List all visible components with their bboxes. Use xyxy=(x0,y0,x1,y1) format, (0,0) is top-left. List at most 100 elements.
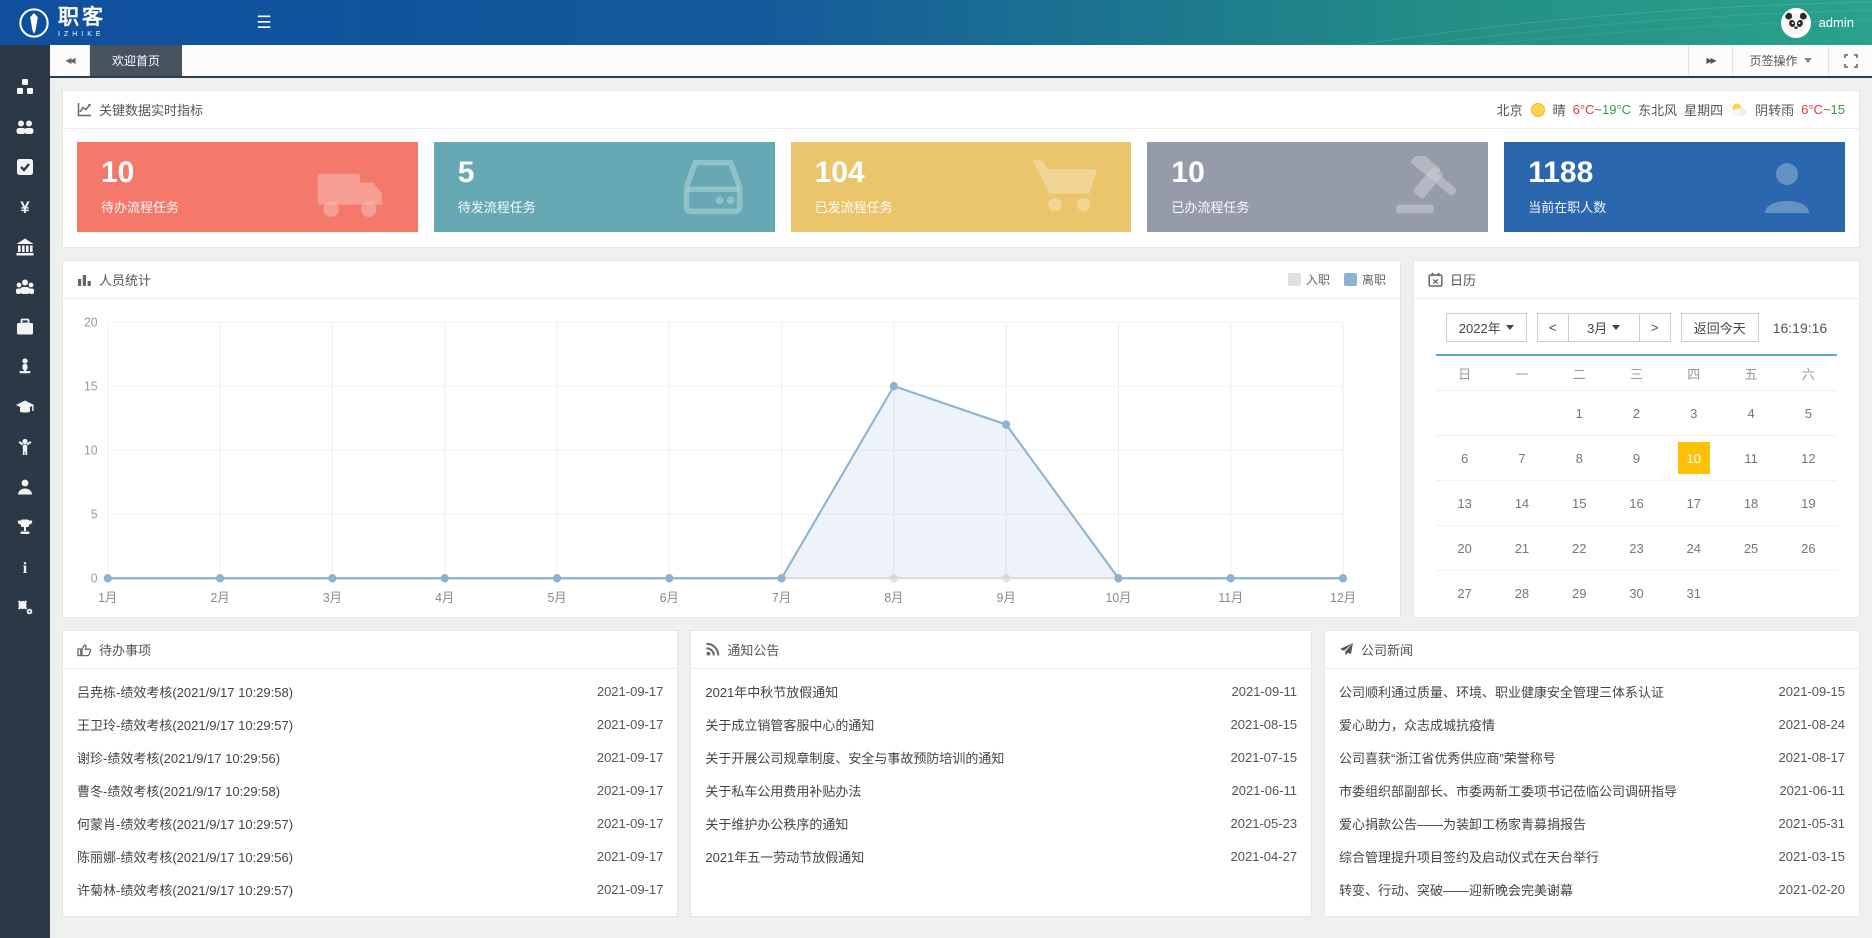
news-item-text[interactable]: 公司顺利通过质量、环境、职业健康安全管理三体系认证 xyxy=(1339,682,1676,701)
calendar-day[interactable]: 15 xyxy=(1551,480,1608,525)
sidebar-item-training[interactable] xyxy=(0,387,50,427)
calendar-day[interactable]: 21 xyxy=(1493,525,1550,570)
news-item-text[interactable]: 市委组织部副部长、市委两新工委项书记莅临公司调研指导 xyxy=(1339,781,1689,800)
calendar-day[interactable] xyxy=(1436,390,1493,435)
calendar-day[interactable]: 23 xyxy=(1608,525,1665,570)
tab-home[interactable]: 欢迎首页 xyxy=(90,45,182,76)
bar-chart-icon xyxy=(77,272,92,287)
legend-item-hired[interactable]: 入职 xyxy=(1288,271,1330,288)
tabs-scroll-left-button[interactable]: ◀◀ xyxy=(50,45,90,76)
todo-item-text[interactable]: 陈丽娜-绩效考核(2021/9/17 10:29:56) xyxy=(77,847,305,866)
todo-item-text[interactable]: 吕尭栋-绩效考核(2021/9/17 10:29:58) xyxy=(77,682,305,701)
notice-item-text[interactable]: 2021年中秋节放假通知 xyxy=(705,682,850,701)
navbar-decoration xyxy=(1172,0,1872,45)
notices-panel: 通知公告 2021年中秋节放假通知 2021-09-11 关于成立销管客服中心的… xyxy=(690,630,1312,917)
calendar-day[interactable]: 5 xyxy=(1780,390,1837,435)
sidebar-item-team[interactable] xyxy=(0,267,50,307)
calendar-day[interactable]: 7 xyxy=(1493,435,1550,480)
calendar-day[interactable]: 4 xyxy=(1722,390,1779,435)
stat-card-headcount[interactable]: 1188 当前在职人数 xyxy=(1504,142,1845,232)
sidebar-item-finance[interactable]: ¥ xyxy=(0,187,50,227)
calendar-day[interactable]: 31 xyxy=(1665,570,1722,615)
day-number: 30 xyxy=(1620,577,1652,609)
stat-card-pending-flows[interactable]: 5 待发流程任务 xyxy=(434,142,775,232)
notice-item-text[interactable]: 2021年五一劳动节放假通知 xyxy=(705,847,876,866)
news-item-text[interactable]: 综合管理提升项目签约及启动仪式在天台举行 xyxy=(1339,847,1611,866)
year-select[interactable]: 2022年 xyxy=(1446,313,1527,342)
month-select[interactable]: 3月 xyxy=(1568,314,1640,341)
calendar-day[interactable]: 18 xyxy=(1722,480,1779,525)
calendar-day[interactable]: 24 xyxy=(1665,525,1722,570)
news-item-text[interactable]: 转变、行动、突破——迎新晚会完美谢幕 xyxy=(1339,880,1585,899)
news-item-text[interactable]: 爱心助力，众志成城抗疫情 xyxy=(1339,715,1507,734)
sidebar-item-tasks[interactable] xyxy=(0,147,50,187)
svg-text:12月: 12月 xyxy=(1330,591,1356,605)
calendar-day[interactable]: 14 xyxy=(1493,480,1550,525)
prev-month-button[interactable]: < xyxy=(1538,314,1568,341)
calendar-day[interactable]: 20 xyxy=(1436,525,1493,570)
sidebar-item-info[interactable]: i xyxy=(0,547,50,587)
calendar-day[interactable]: 9 xyxy=(1608,435,1665,480)
chevron-down-icon xyxy=(1612,325,1620,330)
todo-item-text[interactable]: 谢珍-绩效考核(2021/9/17 10:29:56) xyxy=(77,748,292,767)
calendar-day[interactable]: 11 xyxy=(1722,435,1779,480)
calendar-day[interactable] xyxy=(1722,570,1779,615)
todo-item-text[interactable]: 王卫玲-绩效考核(2021/9/17 10:29:57) xyxy=(77,715,305,734)
notice-item-text[interactable]: 关于私车公用费用补贴办法 xyxy=(705,781,873,800)
notice-item-text[interactable]: 关于开展公司规章制度、安全与事故预防培训的通知 xyxy=(705,748,1016,767)
winner-icon xyxy=(15,437,35,457)
calendar-day[interactable]: 17 xyxy=(1665,480,1722,525)
stat-card-done-flows[interactable]: 10 已办流程任务 xyxy=(1147,142,1488,232)
rss-icon xyxy=(705,642,720,657)
sidebar-item-users[interactable] xyxy=(0,107,50,147)
calendar-day[interactable]: 2 xyxy=(1608,390,1665,435)
sidebar-item-profile[interactable] xyxy=(0,467,50,507)
legend-item-left[interactable]: 离职 xyxy=(1344,271,1386,288)
stat-card-todo-flows[interactable]: 10 待办流程任务 xyxy=(77,142,418,232)
news-item-text[interactable]: 公司喜获“浙江省优秀供应商”荣誉称号 xyxy=(1339,748,1568,767)
calendar-day[interactable]: 26 xyxy=(1780,525,1837,570)
todo-item-text[interactable]: 许菊林-绩效考核(2021/9/17 10:29:57) xyxy=(77,880,305,899)
news-item-text[interactable]: 爱心捐款公告——为装卸工杨家青募捐报告 xyxy=(1339,814,1598,833)
notice-item-text[interactable]: 关于成立销管客服中心的通知 xyxy=(705,715,886,734)
sidebar-item-settings[interactable] xyxy=(0,587,50,627)
calendar-day[interactable] xyxy=(1780,570,1837,615)
calendar-day[interactable]: 13 xyxy=(1436,480,1493,525)
calendar-day[interactable]: 29 xyxy=(1551,570,1608,615)
calendar-day[interactable]: 10 xyxy=(1665,435,1722,480)
calendar-day[interactable]: 28 xyxy=(1493,570,1550,615)
sidebar-item-cubes[interactable] xyxy=(0,67,50,107)
calendar-day[interactable]: 16 xyxy=(1608,480,1665,525)
calendar-day[interactable]: 6 xyxy=(1436,435,1493,480)
calendar-day[interactable]: 22 xyxy=(1551,525,1608,570)
tab-actions-dropdown[interactable]: 页签操作 xyxy=(1732,45,1828,76)
fullscreen-button[interactable] xyxy=(1828,45,1872,76)
avatar[interactable] xyxy=(1781,8,1811,38)
sidebar-item-recruit[interactable] xyxy=(0,347,50,387)
calendar-day[interactable]: 27 xyxy=(1436,570,1493,615)
calendar-day[interactable]: 1 xyxy=(1551,390,1608,435)
calendar-day[interactable] xyxy=(1493,390,1550,435)
hamburger-menu-icon[interactable]: ☰ xyxy=(244,13,284,33)
calendar-day[interactable]: 3 xyxy=(1665,390,1722,435)
todo-item-text[interactable]: 曹冬-绩效考核(2021/9/17 10:29:58) xyxy=(77,781,292,800)
sidebar-item-performance[interactable] xyxy=(0,507,50,547)
tabs-scroll-right-button[interactable]: ▶▶ xyxy=(1688,45,1732,76)
gears-icon xyxy=(15,597,35,617)
calendar-day[interactable]: 8 xyxy=(1551,435,1608,480)
calendar-day[interactable]: 25 xyxy=(1722,525,1779,570)
notice-item-text[interactable]: 关于维护办公秩序的通知 xyxy=(705,814,860,833)
calendar-day[interactable]: 30 xyxy=(1608,570,1665,615)
app-logo[interactable]: 职客 IZHIKE xyxy=(0,7,124,39)
today-button[interactable]: 返回今天 xyxy=(1681,313,1759,342)
sidebar-item-growth[interactable] xyxy=(0,427,50,467)
calendar-day[interactable]: 19 xyxy=(1780,480,1837,525)
svg-text:20: 20 xyxy=(84,315,98,329)
stat-card-sent-flows[interactable]: 104 已发流程任务 xyxy=(791,142,1132,232)
sidebar-item-organization[interactable] xyxy=(0,227,50,267)
calendar-day[interactable]: 12 xyxy=(1780,435,1837,480)
sidebar-item-work[interactable] xyxy=(0,307,50,347)
todo-list: 吕尭栋-绩效考核(2021/9/17 10:29:58) 2021-09-17 … xyxy=(63,669,677,916)
next-month-button[interactable]: > xyxy=(1640,314,1670,341)
todo-item-text[interactable]: 何蒙肖-绩效考核(2021/9/17 10:29:57) xyxy=(77,814,305,833)
